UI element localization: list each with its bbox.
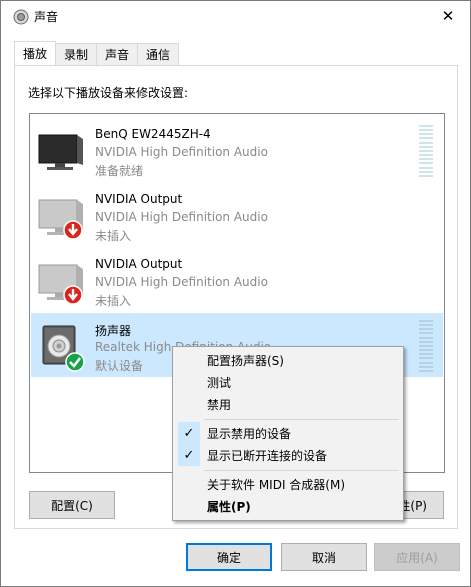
speaker-title-icon <box>13 9 29 25</box>
device-name: BenQ EW2445ZH-4 <box>95 127 211 141</box>
volume-level-meter <box>419 125 433 177</box>
device-name: 扬声器 <box>95 324 132 338</box>
menu-item-label: 属性(P) <box>207 499 251 514</box>
device-status: 默认设备 <box>95 359 144 373</box>
sound-dialog: 声音 ✕ 播放 录制 声音 通信 选择以下播放设备来修改设置: BenQ EW2… <box>0 0 471 587</box>
tab-recording[interactable]: 录制 <box>55 43 98 65</box>
checkmark-icon: ✓ <box>178 422 200 444</box>
device-context-menu: 配置扬声器(S) 测试 禁用 ✓ 显示禁用的设备 ✓ 显示已断开连接的设备 关于… <box>172 346 404 521</box>
unplugged-arrow-icon <box>63 285 83 305</box>
menu-item-label: 测试 <box>207 375 232 390</box>
menu-item-show-disabled[interactable]: ✓ 显示禁用的设备 <box>175 422 401 444</box>
close-icon: ✕ <box>441 7 455 25</box>
close-button[interactable]: ✕ <box>426 1 470 31</box>
device-driver: NVIDIA High Definition Audio <box>95 210 268 224</box>
window-title: 声音 <box>34 10 59 24</box>
device-status: 准备就绪 <box>95 164 144 178</box>
device-status: 未插入 <box>95 294 132 308</box>
device-item-nvidia-output-2[interactable]: NVIDIA Output NVIDIA High Definition Aud… <box>31 248 443 312</box>
device-name: NVIDIA Output <box>95 257 183 271</box>
title-bar[interactable]: 声音 ✕ <box>1 1 470 31</box>
tab-strip: 播放 录制 声音 通信 <box>14 41 180 65</box>
device-item-benq[interactable]: BenQ EW2445ZH-4 NVIDIA High Definition A… <box>31 118 443 182</box>
unplugged-arrow-icon <box>63 220 83 240</box>
menu-item-configure-speakers[interactable]: 配置扬声器(S) <box>175 349 401 371</box>
cancel-button[interactable]: 取消 <box>281 543 367 571</box>
volume-level-meter <box>419 320 433 372</box>
monitor-icon <box>35 255 87 307</box>
menu-item-about-midi[interactable]: 关于软件 MIDI 合成器(M) <box>175 473 401 495</box>
tab-communications[interactable]: 通信 <box>137 43 180 65</box>
menu-item-properties[interactable]: 属性(P) <box>175 495 401 517</box>
menu-item-label: 显示禁用的设备 <box>207 426 292 441</box>
device-item-nvidia-output-1[interactable]: NVIDIA Output NVIDIA High Definition Aud… <box>31 183 443 247</box>
ok-button[interactable]: 确定 <box>186 543 272 571</box>
device-driver: NVIDIA High Definition Audio <box>95 145 268 159</box>
tab-sounds[interactable]: 声音 <box>96 43 139 65</box>
menu-item-label: 显示已断开连接的设备 <box>207 448 328 463</box>
menu-separator <box>204 470 399 471</box>
monitor-icon <box>35 190 87 242</box>
menu-item-label: 关于软件 MIDI 合成器(M) <box>207 477 346 492</box>
menu-item-test[interactable]: 测试 <box>175 371 401 393</box>
checkmark-icon: ✓ <box>178 444 200 466</box>
menu-item-disable[interactable]: 禁用 <box>175 393 401 415</box>
menu-item-label: 禁用 <box>207 397 232 412</box>
configure-button[interactable]: 配置(C) <box>29 491 115 519</box>
device-status: 未插入 <box>95 229 132 243</box>
speaker-icon <box>35 320 87 372</box>
menu-item-show-disconnected[interactable]: ✓ 显示已断开连接的设备 <box>175 444 401 466</box>
apply-button[interactable]: 应用(A) <box>374 543 460 571</box>
menu-item-label: 配置扬声器(S) <box>207 353 284 368</box>
instruction-text: 选择以下播放设备来修改设置: <box>28 86 189 100</box>
default-check-icon <box>65 352 85 372</box>
device-driver: NVIDIA High Definition Audio <box>95 275 268 289</box>
menu-separator <box>204 419 399 420</box>
monitor-icon <box>35 125 87 177</box>
device-name: NVIDIA Output <box>95 192 183 206</box>
tab-playback[interactable]: 播放 <box>14 41 57 65</box>
